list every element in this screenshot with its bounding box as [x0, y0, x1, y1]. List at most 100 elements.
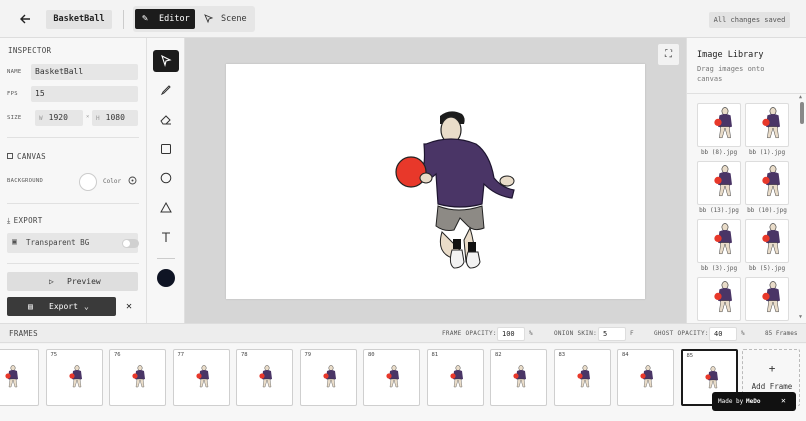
frames-title: FRAMES: [9, 329, 38, 338]
ghost-opacity-input[interactable]: 40: [709, 327, 737, 341]
frame-preview: [3, 365, 21, 393]
scrollbar-thumb[interactable]: [800, 102, 804, 124]
fullscreen-icon[interactable]: ⛶: [658, 44, 679, 65]
frame-thumbnail[interactable]: 81: [426, 349, 484, 406]
select-tool[interactable]: [153, 50, 179, 72]
divider: [157, 258, 175, 259]
eraser-tool[interactable]: [153, 108, 179, 130]
artboard[interactable]: [226, 64, 645, 299]
frame-thumbnail[interactable]: 80: [363, 349, 420, 406]
height-input[interactable]: H 1080: [92, 110, 138, 126]
transparent-bg-toggle[interactable]: [122, 239, 139, 248]
canvas-area: ⛶: [185, 38, 686, 323]
inspector-title: INSPECTOR: [8, 46, 52, 55]
close-icon[interactable]: ✕: [781, 396, 786, 405]
divider: [687, 93, 806, 94]
triangle-tool[interactable]: [153, 197, 179, 219]
frame-preview: [703, 366, 721, 394]
frame-count: 85 Frames: [765, 330, 798, 337]
library-thumbnail[interactable]: [745, 277, 789, 321]
fps-input[interactable]: 15: [31, 86, 138, 102]
size-label: SIZE: [7, 115, 22, 121]
close-icon[interactable]: ✕: [122, 297, 136, 316]
pencil-icon: ✎: [142, 13, 149, 24]
scene-mode-label: Scene: [221, 14, 247, 24]
frame-preview: [321, 365, 339, 393]
library-thumbnail[interactable]: [697, 161, 741, 205]
frame-thumbnail[interactable]: 84: [617, 349, 674, 406]
library-thumbnail[interactable]: [745, 103, 789, 147]
frames-toolbar: FRAMES FRAME OPACITY: 100 % ONION SKIN: …: [0, 323, 806, 343]
editor-mode-button[interactable]: ✎ Editor: [135, 9, 195, 29]
current-color-swatch[interactable]: [157, 269, 175, 287]
height-prefix: H: [96, 115, 100, 122]
frame-thumbnail[interactable]: 78: [236, 349, 293, 406]
background-label: BACKGROUND: [7, 178, 44, 184]
library-title: Image Library: [697, 50, 764, 60]
made-by-label: Made by: [718, 398, 744, 405]
preview-label: Preview: [67, 277, 101, 286]
library-thumbnail[interactable]: [697, 277, 741, 321]
scroll-up-icon[interactable]: ▲: [799, 94, 802, 100]
text-icon: [162, 232, 170, 242]
play-icon: ▷: [49, 277, 54, 286]
background-color-swatch[interactable]: [79, 173, 97, 191]
save-icon: ▤: [28, 302, 33, 311]
frame-thumbnail[interactable]: [0, 349, 39, 406]
image-library-panel: Image Library Drag images onto canvas ▲ …: [686, 38, 806, 323]
width-input[interactable]: W 1920: [35, 110, 83, 126]
library-thumbnail[interactable]: [745, 161, 789, 205]
library-thumbnail[interactable]: [697, 103, 741, 147]
scroll-down-icon[interactable]: ▼: [799, 314, 802, 320]
tool-bar: [147, 38, 185, 323]
frame-opacity-label: FRAME OPACITY:: [442, 330, 497, 337]
cursor-icon: [161, 54, 172, 67]
basketball-player-illustration: [395, 111, 515, 269]
export-button[interactable]: ▤ Export ⌄: [7, 297, 116, 316]
back-arrow-icon[interactable]: [18, 11, 34, 27]
frame-number: 77: [177, 352, 185, 358]
frame-number: 85: [686, 353, 694, 359]
top-bar: BasketBall ✎ Editor Scene All changes sa…: [0, 0, 806, 38]
save-status-badge: All changes saved: [709, 12, 790, 28]
project-name-input[interactable]: BasketBall: [31, 64, 138, 80]
palette-icon[interactable]: [128, 176, 137, 188]
made-by-badge[interactable]: Made by MeDo ✕: [712, 392, 796, 411]
onion-skin-input[interactable]: 5: [598, 327, 626, 341]
canvas-section-title: CANVAS: [7, 152, 46, 161]
image-icon: ▣: [12, 237, 17, 246]
frame-preview: [67, 365, 85, 393]
library-item-name: bb (10).jpg: [747, 207, 787, 214]
ellipse-tool[interactable]: [153, 167, 179, 189]
frame-preview: [194, 365, 212, 393]
brush-tool[interactable]: [153, 79, 179, 101]
frame-preview: [384, 365, 402, 393]
frame-thumbnail[interactable]: 76: [109, 349, 166, 406]
rectangle-tool[interactable]: [153, 138, 179, 160]
library-thumbnail[interactable]: [745, 219, 789, 263]
inspector-panel: INSPECTOR NAME BasketBall FPS 15 SIZE W1…: [0, 38, 147, 323]
project-name[interactable]: BasketBall: [46, 10, 112, 29]
text-tool[interactable]: [153, 226, 179, 248]
triangle-icon: [160, 201, 172, 213]
frame-thumbnail[interactable]: 75: [45, 349, 103, 406]
onion-skin-unit: F: [630, 330, 634, 337]
frame-preview: [575, 365, 593, 393]
preview-button[interactable]: ▷ Preview: [7, 272, 138, 291]
frame-opacity-input[interactable]: 100: [497, 327, 525, 341]
frame-number: 78: [241, 352, 248, 358]
color-label: Color: [103, 178, 122, 185]
scene-mode-button[interactable]: Scene: [197, 9, 253, 29]
plus-icon: +: [768, 362, 776, 375]
frame-number: 75: [50, 352, 58, 358]
transparent-bg-row[interactable]: ▣ Transparent BG: [7, 233, 139, 253]
frame-number: 83: [558, 352, 566, 358]
frame-thumbnail[interactable]: 77: [172, 349, 230, 406]
frame-thumbnail[interactable]: 79: [299, 349, 357, 406]
brush-icon: [160, 85, 171, 96]
frame-thumbnail[interactable]: 82: [490, 349, 547, 406]
frame-preview: [448, 365, 466, 393]
frame-thumbnail[interactable]: 83: [553, 349, 611, 406]
library-item-name: bb (8).jpg: [700, 149, 738, 156]
library-thumbnail[interactable]: [697, 219, 741, 263]
